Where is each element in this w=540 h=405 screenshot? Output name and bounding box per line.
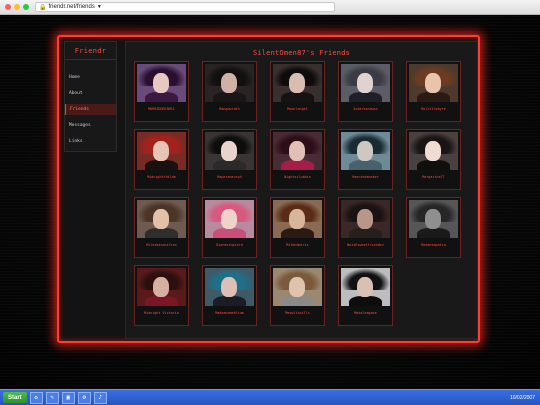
friend-avatar[interactable]	[273, 64, 322, 102]
friend-name[interactable]: Meowlitpills	[271, 311, 324, 315]
friend-avatar[interactable]	[341, 200, 390, 238]
friend-name[interactable]: Haperaneurph	[203, 175, 256, 179]
nav-item-home[interactable]: Home	[65, 72, 116, 83]
friend-avatar[interactable]	[205, 268, 254, 306]
friends-panel: SilentOmen87's Friends MORBIDDREAMS1 Mang…	[125, 41, 478, 339]
friend-avatar[interactable]	[409, 200, 458, 238]
friend-name[interactable]: Mekaleagaze	[339, 311, 392, 315]
friend-avatar[interactable]	[137, 200, 186, 238]
nav-item-about[interactable]: About	[65, 88, 116, 99]
friend-name[interactable]: Moonlangel	[271, 107, 324, 111]
friend-avatar[interactable]	[273, 132, 322, 170]
nav-item-messages[interactable]: Messages	[65, 120, 116, 131]
friend-avatar[interactable]	[409, 132, 458, 170]
address-bar[interactable]: 🔒 friendr.net/friends ▼	[35, 2, 335, 12]
friend-name[interactable]: Madeanomeblium	[203, 311, 256, 315]
url-text: friendr.net/friends	[48, 4, 95, 10]
friend-card[interactable]: Mxeaneapatia	[406, 197, 461, 258]
minimize-window-button[interactable]	[14, 4, 20, 10]
friend-card[interactable]: Nightsclubbin	[270, 129, 325, 190]
speaker-icon[interactable]: ♪	[93, 391, 107, 404]
friend-card[interactable]: Hauntedsmoker	[338, 129, 393, 190]
friend-name[interactable]: Milesbaconities	[135, 243, 188, 247]
friend-card[interactable]: Xxdarksnowxx	[338, 61, 393, 122]
folder-icon[interactable]: ▣	[61, 391, 75, 404]
page-background: Friendr Home About Friends Messages Link…	[0, 15, 540, 389]
friend-card[interactable]: Milesbaconities	[134, 197, 189, 258]
friend-name[interactable]: Xxdarksnowxx	[339, 107, 392, 111]
friend-name[interactable]: Mangowrath	[203, 107, 256, 111]
friend-name[interactable]: Mxlittlebyte	[407, 107, 460, 111]
friend-name[interactable]: Mitendmiris	[271, 243, 324, 247]
friend-card[interactable]: Dionesinpierd	[202, 197, 257, 258]
dropdown-arrow-icon[interactable]: ▼	[97, 4, 102, 10]
friend-card[interactable]: Meowlitpills	[270, 265, 325, 326]
taskbar-clock: 10/02/2007	[509, 394, 535, 401]
site-frame: Friendr Home About Friends Messages Link…	[57, 35, 480, 343]
friend-name[interactable]: Midnightchilde	[135, 175, 188, 179]
friend-avatar[interactable]	[341, 268, 390, 306]
browser-toolbar: 🔒 friendr.net/friends ▼	[0, 0, 540, 15]
friend-avatar[interactable]	[205, 132, 254, 170]
settings-icon[interactable]: ⚙	[77, 391, 91, 404]
sidebar: Friendr Home About Friends Messages Link…	[64, 41, 117, 152]
site-logo[interactable]: Friendr	[65, 42, 116, 60]
friend-name[interactable]: Hauntedsmoker	[339, 175, 392, 179]
friend-card[interactable]: Midnight Victoria	[134, 265, 189, 326]
lock-icon: 🔒	[39, 4, 47, 11]
notepad-icon[interactable]: ✎	[45, 391, 59, 404]
recycle-icon[interactable]: ♻	[29, 391, 43, 404]
friend-name[interactable]: Mxeaneapatia	[407, 243, 460, 247]
maximize-window-button[interactable]	[23, 4, 29, 10]
friend-card[interactable]: Haperaneurph	[202, 129, 257, 190]
friend-avatar[interactable]	[409, 64, 458, 102]
friend-card[interactable]: Mitendmiris	[270, 197, 325, 258]
friend-card[interactable]: Mxlittlebyte	[406, 61, 461, 122]
friend-name[interactable]: Dionesinpierd	[203, 243, 256, 247]
friend-card[interactable]: Margarine77	[406, 129, 461, 190]
friend-name[interactable]: Midnight Victoria	[135, 311, 188, 315]
page-title: SilentOmen87's Friends	[252, 49, 351, 57]
friend-card[interactable]: Mangowrath	[202, 61, 257, 122]
close-window-button[interactable]	[5, 4, 11, 10]
friend-name[interactable]: NoisEsweetfriendzz	[339, 243, 392, 247]
friend-card[interactable]: MORBIDDREAMS1	[134, 61, 189, 122]
friend-avatar[interactable]	[137, 64, 186, 102]
friend-card[interactable]: Mekaleagaze	[338, 265, 393, 326]
friend-card[interactable]: Midnightchilde	[134, 129, 189, 190]
friend-card[interactable]: Madeanomeblium	[202, 265, 257, 326]
friend-avatar[interactable]	[341, 64, 390, 102]
nav-item-friends[interactable]: Friends	[65, 104, 116, 115]
friend-avatar[interactable]	[341, 132, 390, 170]
taskbar: Start ♻ ✎ ▣ ⚙ ♪ 10/02/2007	[0, 389, 540, 405]
friend-card[interactable]: NoisEsweetfriendzz	[338, 197, 393, 258]
friend-avatar[interactable]	[137, 132, 186, 170]
friend-name[interactable]: Margarine77	[407, 175, 460, 179]
friend-avatar[interactable]	[205, 200, 254, 238]
start-button[interactable]: Start	[3, 392, 27, 403]
friend-avatar[interactable]	[205, 64, 254, 102]
friend-avatar[interactable]	[273, 200, 322, 238]
friend-name[interactable]: Nightsclubbin	[271, 175, 324, 179]
friend-name[interactable]: MORBIDDREAMS1	[135, 107, 188, 111]
nav-item-links[interactable]: Links	[65, 136, 116, 147]
friend-avatar[interactable]	[137, 268, 186, 306]
nav-menu: Home About Friends Messages Links	[65, 72, 116, 147]
friend-avatar[interactable]	[273, 268, 322, 306]
friend-card[interactable]: Moonlangel	[270, 61, 325, 122]
